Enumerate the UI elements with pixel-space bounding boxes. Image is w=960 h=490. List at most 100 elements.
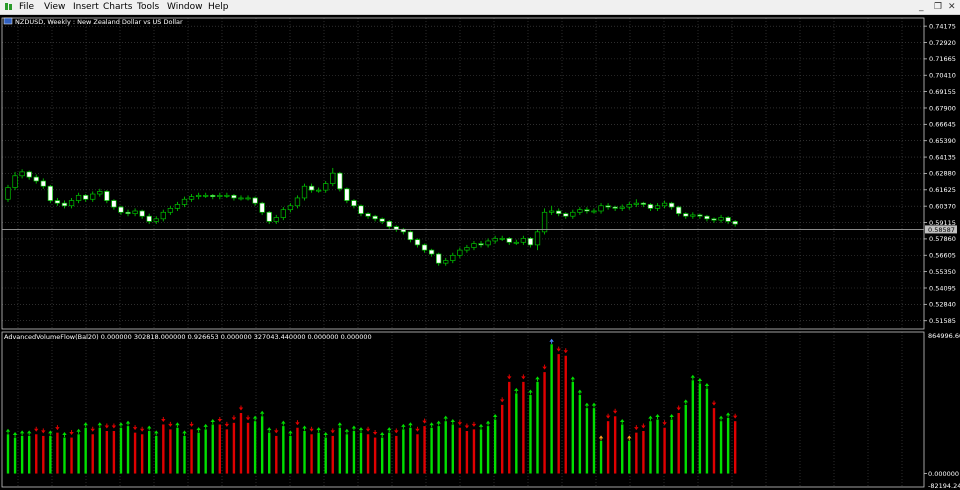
candle — [520, 238, 527, 243]
candle — [104, 191, 110, 201]
candle — [393, 226, 399, 230]
volume-arrow-up — [259, 410, 265, 414]
volume-arrow-up — [97, 422, 102, 426]
price-tick-label: 0.62880 — [929, 170, 956, 178]
menu-view[interactable]: View — [44, 1, 65, 13]
price-tick-label: 0.67900 — [929, 104, 956, 112]
candle — [26, 171, 32, 178]
candle — [640, 202, 647, 205]
candle — [605, 205, 611, 208]
candle — [68, 200, 75, 207]
volume-arrow-up — [718, 415, 724, 419]
candle — [492, 238, 498, 242]
volume-arrow-up — [379, 432, 385, 436]
candle — [421, 244, 428, 251]
candle — [90, 193, 96, 200]
candle — [668, 202, 675, 208]
chart-window[interactable]: 0.74175 0.72920 0.71665 0.70410 0.69155 0.679… — [0, 15, 960, 490]
candle — [471, 243, 477, 248]
candle — [231, 194, 237, 199]
candle — [690, 214, 696, 217]
candle — [407, 231, 414, 241]
volume-arrow-up — [591, 402, 597, 406]
volume-arrow-up — [125, 420, 131, 424]
volume-arrow-up — [598, 435, 604, 439]
volume-arrow-up — [154, 430, 159, 434]
menu-file[interactable]: File — [19, 1, 34, 13]
volume-arrow-down — [641, 425, 646, 429]
candle — [365, 213, 371, 217]
candle — [676, 206, 682, 214]
volume-arrow-down — [104, 425, 110, 429]
candle — [33, 176, 39, 182]
volume-arrow-down — [34, 428, 39, 432]
menu-charts[interactable]: Charts — [103, 1, 132, 13]
volume-arrow-up — [683, 399, 688, 403]
candle — [224, 194, 230, 197]
candle — [414, 239, 421, 246]
volume-arrow-up — [351, 425, 357, 429]
menu-tools[interactable]: Tools — [137, 1, 159, 13]
candle — [499, 238, 505, 240]
volume-arrow-down — [415, 428, 420, 432]
volume-arrow-up — [528, 389, 533, 393]
minimize-icon[interactable]: _ — [919, 1, 924, 13]
candle — [83, 194, 89, 200]
price-tick-label: 0.57860 — [929, 235, 956, 243]
menu-insert[interactable]: Insert — [73, 1, 99, 13]
candle — [372, 215, 378, 220]
candle — [139, 210, 145, 217]
candle — [598, 205, 604, 212]
candle — [167, 208, 174, 213]
candle — [245, 197, 251, 200]
volume-arrow-down — [394, 430, 399, 434]
volume-arrow-up — [436, 420, 441, 424]
volume-arrow-up — [118, 422, 124, 426]
volume-arrow-down — [231, 417, 237, 421]
volume-arrow-up — [514, 387, 519, 391]
candle — [591, 210, 597, 213]
candle — [379, 218, 385, 222]
candle — [308, 185, 315, 191]
volume-arrow-down — [372, 432, 378, 436]
candle — [301, 185, 308, 199]
candle — [450, 254, 456, 261]
candle — [344, 188, 350, 201]
candle — [457, 249, 463, 256]
volume-arrow-up — [429, 422, 434, 426]
price-tick-label: 0.74175 — [929, 22, 956, 30]
volume-arrow-up — [408, 422, 413, 426]
volume-arrow-down — [69, 432, 74, 436]
candle — [337, 172, 343, 190]
candle — [195, 194, 202, 197]
candle — [563, 213, 569, 217]
candle — [40, 180, 46, 187]
volume-arrow-up — [344, 428, 350, 432]
volume-arrow-up — [704, 382, 710, 386]
volume-arrow-down — [238, 407, 244, 411]
restore-icon[interactable]: ❐ — [934, 1, 942, 13]
volume-arrow-up — [655, 414, 660, 418]
candle — [534, 231, 541, 246]
volume-arrow-down — [295, 422, 300, 426]
volume-arrow-up — [76, 428, 81, 432]
menu-help[interactable]: Help — [208, 1, 229, 13]
candle — [61, 202, 68, 207]
volume-arrow-down — [634, 427, 639, 431]
volume-arrow-up — [358, 427, 364, 431]
candle — [280, 209, 286, 218]
chart-canvas[interactable]: 0.74175 0.72920 0.71665 0.70410 0.69155 0.679… — [0, 15, 960, 490]
volume-arrow-down — [471, 423, 477, 427]
volume-arrow-up — [267, 427, 272, 431]
candle — [315, 189, 322, 192]
volume-arrow-up — [669, 414, 674, 418]
candle — [323, 183, 329, 191]
candle — [125, 211, 131, 214]
volume-arrow-up — [323, 432, 328, 436]
price-tick-label: 0.70410 — [929, 72, 956, 80]
volume-arrow-up — [690, 374, 696, 378]
volume-arrow-down — [365, 428, 371, 432]
volume-arrow-up — [182, 430, 187, 434]
menu-window[interactable]: Window — [167, 1, 203, 13]
close-icon[interactable]: ✕ — [948, 1, 956, 13]
